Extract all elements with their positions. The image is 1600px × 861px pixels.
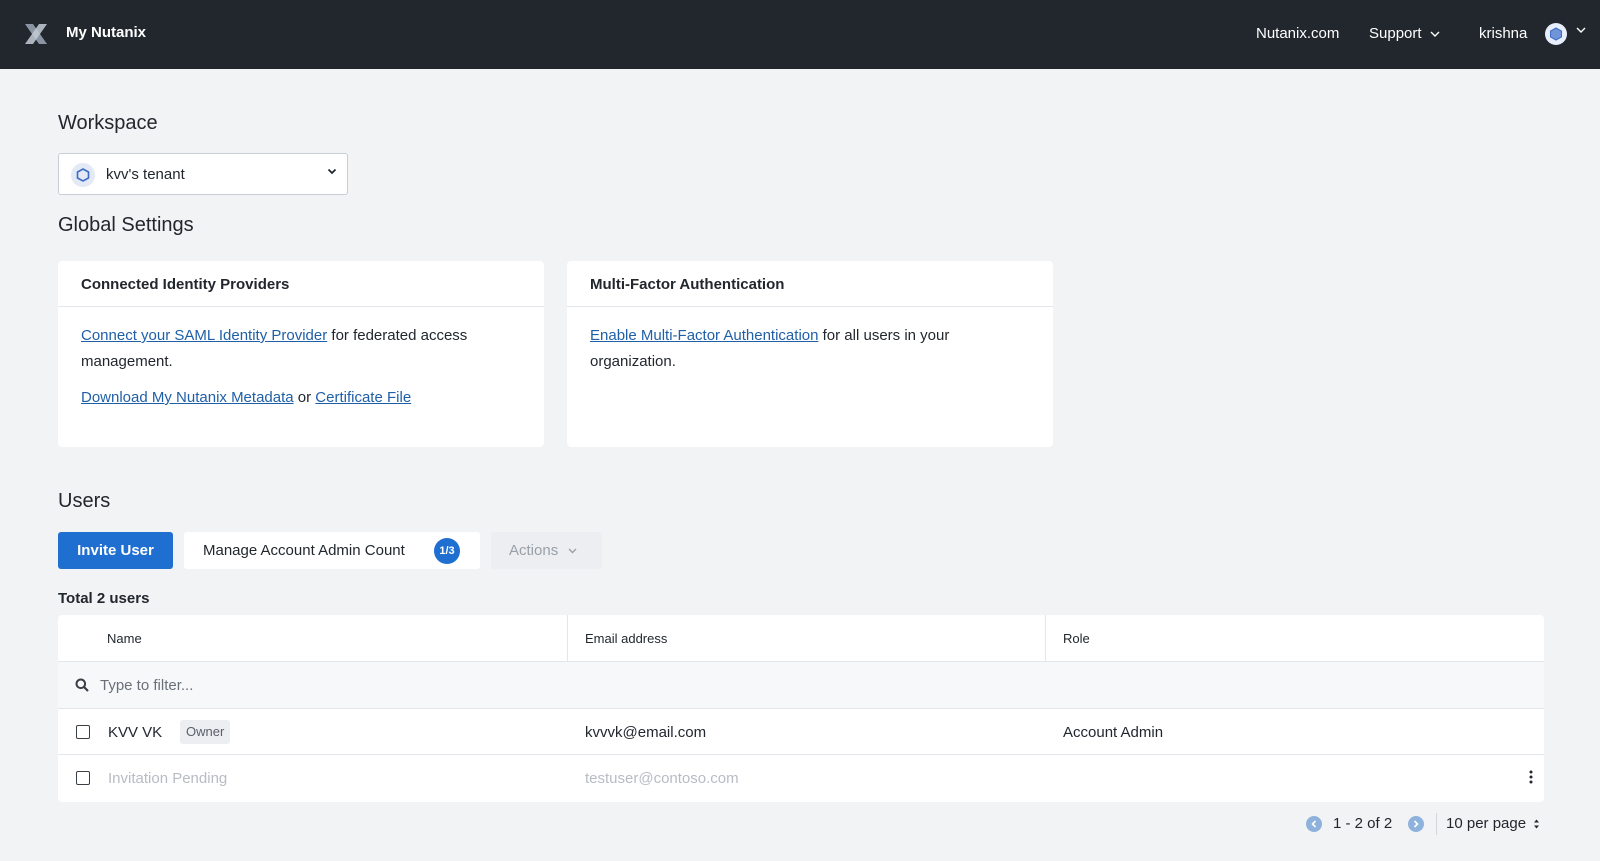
user-name-cell: Invitation Pending [108,770,228,787]
nutanix-com-link[interactable]: Nutanix.com [1256,25,1339,42]
top-navigation-bar: My Nutanix Nutanix.com Support krishna [0,0,1600,69]
row-checkbox[interactable] [76,725,90,739]
support-menu[interactable]: Support [1369,25,1440,42]
chevron-down-icon [327,168,337,175]
column-header-email[interactable]: Email address [585,615,667,662]
pagination-divider [1436,813,1437,835]
column-header-role[interactable]: Role [1063,615,1090,662]
column-divider[interactable] [1045,615,1046,662]
metadata-paragraph: Download My Nutanix Metadata or Certific… [81,385,521,411]
search-icon [75,678,89,692]
owner-badge: Owner [180,720,231,744]
user-name-cell: KVV VK [108,724,163,741]
page-range: 1 - 2 of 2 [1333,815,1393,832]
workspace-heading: Workspace [58,112,158,134]
card-title: Multi-Factor Authentication [567,261,1053,307]
manage-admin-count-label: Manage Account Admin Count [203,542,405,559]
user-name[interactable]: krishna [1479,25,1527,42]
workspace-icon [71,163,95,187]
mfa-paragraph: Enable Multi-Factor Authentication for a… [590,323,1030,375]
per-page-label: 10 per page [1446,815,1527,832]
per-page-select[interactable]: 10 per page [1446,815,1540,832]
saml-paragraph: Connect your SAML Identity Provider for … [81,323,521,375]
connect-saml-link[interactable]: Connect your SAML Identity Provider [81,327,327,344]
users-heading: Users [58,490,111,512]
hexagon-icon [76,168,90,182]
table-header: Name Email address Role [58,615,1544,662]
user-email-cell: testuser@contoso.com [585,770,739,787]
mfa-card: Multi-Factor Authentication Enable Multi… [567,261,1053,447]
manage-admin-count-button[interactable]: Manage Account Admin Count 1/3 [184,532,480,569]
row-checkbox[interactable] [76,771,90,785]
or-text: or [293,389,316,406]
total-users-count: Total 2 users [58,590,150,607]
table-row[interactable]: KVV VK Owner kvvvk@email.com Account Adm… [58,709,1544,755]
chevron-right-icon [1413,820,1419,828]
sort-arrows-icon [1534,819,1540,828]
admin-count-badge: 1/3 [434,538,460,564]
next-page-button[interactable] [1408,816,1424,832]
chevron-left-icon [1311,820,1317,828]
invite-user-button[interactable]: Invite User [58,532,173,569]
app-title[interactable]: My Nutanix [66,24,146,41]
enable-mfa-link[interactable]: Enable Multi-Factor Authentication [590,327,818,344]
chevron-down-icon [1430,31,1440,37]
hexagon-icon [1550,27,1562,41]
column-divider[interactable] [567,615,568,662]
workspace-select[interactable]: kvv's tenant [58,153,348,195]
chevron-down-icon [568,548,577,553]
filter-input[interactable] [100,672,700,698]
card-title: Connected Identity Providers [58,261,544,307]
actions-dropdown[interactable]: Actions [491,532,602,569]
filter-row [58,662,1544,709]
user-avatar[interactable] [1545,23,1567,45]
table-row[interactable]: Invitation Pending testuser@contoso.com [58,755,1544,801]
chevron-down-icon[interactable] [1576,27,1586,33]
actions-label: Actions [509,542,559,559]
global-settings-heading: Global Settings [58,214,194,236]
workspace-selected-value: kvv's tenant [106,166,185,183]
kebab-menu-icon[interactable] [1529,770,1533,784]
support-label: Support [1369,25,1422,42]
user-role-cell: Account Admin [1063,724,1164,741]
certificate-file-link[interactable]: Certificate File [315,389,411,406]
users-table: Name Email address Role KVV VK Owner kvv… [58,615,1544,802]
identity-providers-card: Connected Identity Providers Connect you… [58,261,544,447]
previous-page-button[interactable] [1306,816,1322,832]
download-metadata-link[interactable]: Download My Nutanix Metadata [81,389,294,406]
column-header-name[interactable]: Name [107,615,142,662]
user-email-cell: kvvvk@email.com [585,724,707,741]
nutanix-logo-icon[interactable] [22,20,50,48]
